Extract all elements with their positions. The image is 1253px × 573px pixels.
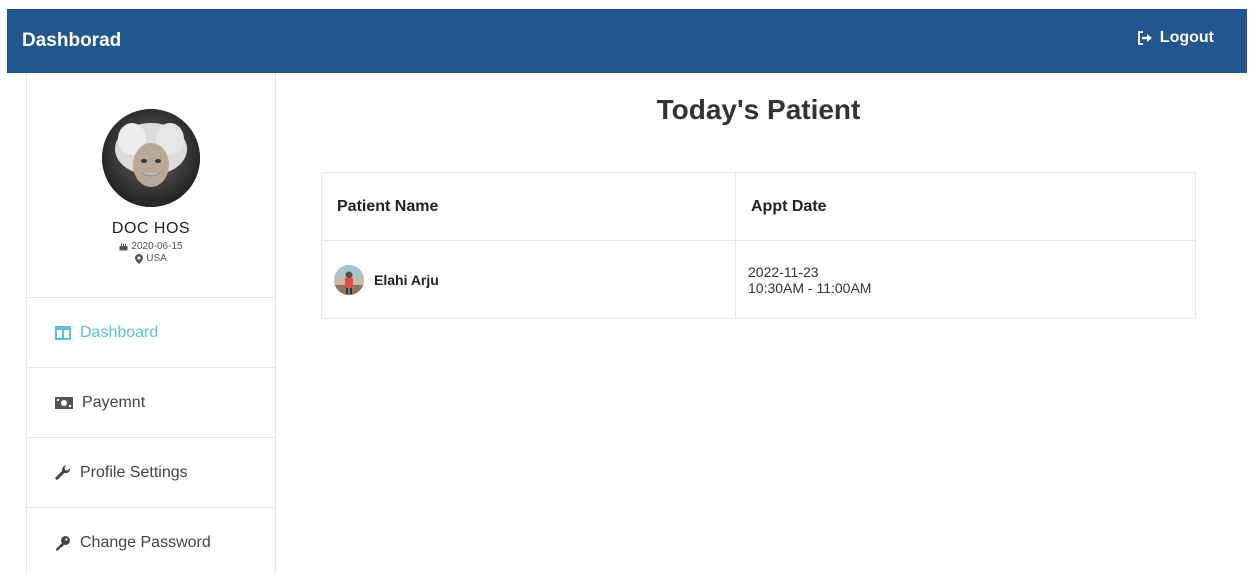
patient-cell: Elahi Arju — [321, 240, 736, 319]
appt-date-cell: 2022-11-23 10:30AM - 11:00AM — [735, 240, 1196, 319]
doctor-date: 2020-06-15 — [131, 241, 183, 252]
profile-card: DOC HOS 2020-06-15 USA — [27, 73, 275, 298]
table-row[interactable]: Elahi Arju 2022-11-23 10:30AM - 11:00AM — [321, 240, 1196, 319]
doctor-location: USA — [146, 253, 167, 264]
column-header-appt-date: Appt Date — [735, 172, 1196, 241]
logout-button[interactable]: Logout — [1137, 29, 1214, 47]
brand-title[interactable]: Dashborad — [22, 30, 121, 52]
key-icon — [56, 535, 70, 550]
sidebar-item-dashboard[interactable]: Dashboard — [27, 298, 275, 368]
top-navbar: Dashborad Logout — [7, 9, 1247, 73]
column-header-patient-name: Patient Name — [321, 172, 736, 241]
doctor-location-row: USA — [27, 253, 275, 264]
patients-table: Patient Name Appt Date Elahi Arju 2022-1… — [321, 172, 1196, 319]
table-header-row: Patient Name Appt Date — [321, 172, 1196, 241]
sidebar-item-profile-settings[interactable]: Profile Settings — [27, 438, 275, 508]
sidebar-item-label: Payemnt — [82, 393, 146, 411]
sidebar-item-label: Profile Settings — [80, 463, 188, 481]
sidebar-item-payment[interactable]: Payemnt — [27, 368, 275, 438]
map-marker-icon — [135, 253, 144, 264]
patient-avatar[interactable] — [334, 264, 364, 295]
appt-date: 2022-11-23 — [748, 263, 819, 280]
patient-name-link[interactable]: Elahi Arju — [374, 272, 439, 288]
doctor-date-row: 2020-06-15 — [27, 241, 275, 252]
appt-time: 10:30AM - 11:00AM — [748, 279, 872, 296]
sidebar-item-label: Change Password — [80, 533, 211, 551]
sidebar-item-change-password[interactable]: Change Password — [27, 508, 275, 573]
wrench-icon — [55, 464, 71, 480]
logout-label: Logout — [1159, 29, 1214, 46]
doctor-name: DOC HOS — [111, 220, 191, 237]
sign-out-icon — [1137, 31, 1152, 45]
birthday-cake-icon — [119, 243, 128, 251]
page-title: Today's Patient — [656, 94, 861, 125]
money-icon — [55, 396, 73, 409]
sidebar-item-label: Dashboard — [80, 323, 159, 341]
sidebar: DOC HOS 2020-06-15 USA Dashboard Payemnt… — [26, 73, 276, 573]
columns-icon — [55, 325, 71, 340]
doctor-avatar — [102, 109, 200, 207]
